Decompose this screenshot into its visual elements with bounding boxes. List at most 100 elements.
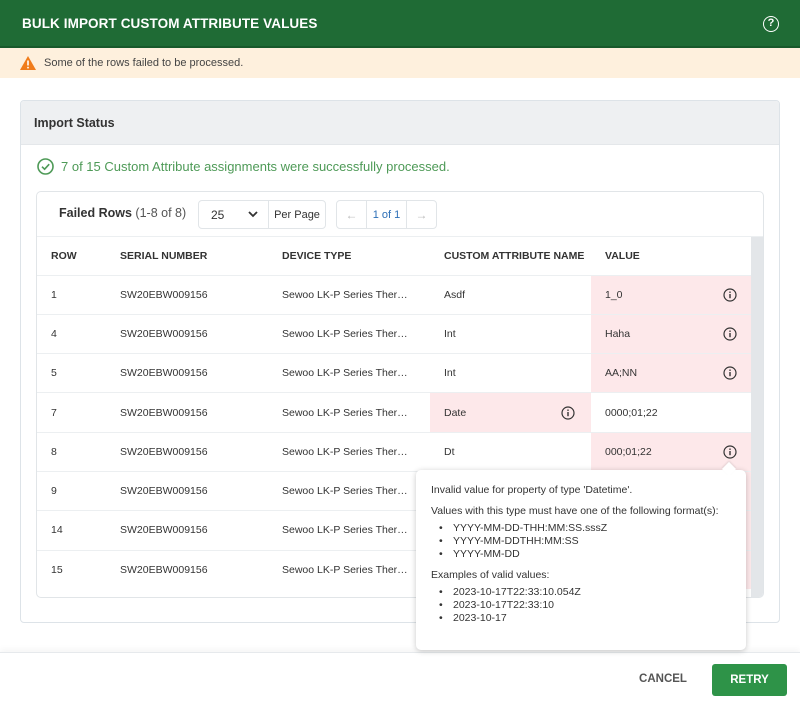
- question-circle-icon[interactable]: ?: [763, 16, 779, 32]
- arrow-left-icon: ←: [345, 207, 358, 222]
- cell-attr-text: Date: [444, 406, 467, 419]
- tooltip-example-item: 2023-10-17: [439, 612, 731, 625]
- cell-serial-number: SW20EBW009156: [106, 510, 268, 551]
- tooltip-heading: Invalid value for property of type 'Date…: [431, 484, 633, 496]
- cell-value-text: 1_0: [605, 288, 623, 301]
- cell-device-type: Sewoo LK-P Series Ther…: [268, 392, 430, 433]
- cell-row: 14: [37, 510, 106, 551]
- table-row: 8 SW20EBW009156 Sewoo LK-P Series Ther… Dt 0…: [37, 432, 753, 472]
- dialog-footer: CANCEL RETRY: [0, 652, 800, 703]
- info-icon[interactable]: [723, 327, 737, 341]
- warning-triangle-icon: [20, 56, 36, 70]
- cell-serial-number: SW20EBW009156: [106, 392, 268, 433]
- cell-attr-text: Dt: [444, 445, 455, 458]
- info-icon[interactable]: [723, 445, 737, 459]
- cell-custom-attribute-name: Dt: [430, 432, 591, 472]
- table-scrollbar[interactable]: [751, 237, 763, 597]
- tooltip-examples-list: 2023-10-17T22:33:10.054Z 2023-10-17T22:3…: [439, 586, 731, 625]
- cell-serial-number: SW20EBW009156: [106, 275, 268, 315]
- cell-value-text: Haha: [605, 327, 631, 340]
- cell-row: 8: [37, 432, 106, 472]
- cell-value: 0000;01;22: [591, 392, 753, 433]
- per-page-select[interactable]: 25: [199, 201, 269, 228]
- success-text: 7 of 15 Custom Attribute assignments wer…: [61, 159, 450, 174]
- cell-custom-attribute-name: Asdf: [430, 275, 591, 315]
- tooltip-examples-label: Examples of valid values:: [431, 569, 550, 581]
- column-header-serial-number[interactable]: SERIAL NUMBER: [106, 237, 268, 276]
- cell-device-type: Sewoo LK-P Series Ther…: [268, 314, 430, 355]
- tooltip-format-item: YYYY-MM-DD: [439, 548, 731, 561]
- per-page-control: 25 Per Page: [198, 200, 326, 229]
- tooltip-format-item: YYYY-MM-DD-THH:MM:SS.sssZ: [439, 522, 731, 535]
- table-row: 1 SW20EBW009156 Sewoo LK-P Series Ther… Asd…: [37, 275, 753, 315]
- cell-value-text: AA;NN: [605, 367, 638, 380]
- cell-serial-number: SW20EBW009156: [106, 353, 268, 394]
- cell-custom-attribute-name: Int: [430, 314, 591, 355]
- column-header-row[interactable]: ROW: [37, 237, 106, 276]
- dialog-header: BULK IMPORT CUSTOM ATTRIBUTE VALUES ?: [0, 0, 800, 48]
- cell-device-type: Sewoo LK-P Series Ther…: [268, 275, 430, 315]
- cell-serial-number: SW20EBW009156: [120, 563, 208, 576]
- cell-custom-attribute-name: Int: [430, 353, 591, 394]
- cell-row: 5: [37, 353, 106, 394]
- cell-value-text: 0000;01;22: [605, 406, 658, 419]
- cell-custom-attribute-name: Date: [430, 392, 591, 433]
- cell-device-type: Sewoo LK-P Series Ther…: [268, 353, 430, 394]
- tooltip-example-item: 2023-10-17T22:33:10.054Z: [439, 586, 731, 599]
- per-page-value: 25: [211, 207, 225, 222]
- failed-rows-label: Failed Rows: [59, 206, 132, 220]
- cell-value-text: 000;01;22: [605, 445, 652, 458]
- tooltip-formats-label: Values with this type must have one of t…: [431, 505, 719, 517]
- prev-page-button[interactable]: ←: [337, 201, 367, 228]
- table-row: 7 SW20EBW009156 Sewoo LK-P Series Ther… Dat…: [37, 392, 753, 433]
- cell-row: 15: [51, 563, 63, 576]
- cell-row: 1: [37, 275, 106, 315]
- failed-rows-title: Failed Rows (1-8 of 8): [59, 206, 186, 220]
- info-icon[interactable]: [561, 405, 575, 420]
- warning-text: Some of the rows failed to be processed.: [44, 57, 244, 69]
- failed-rows-toolbar: Failed Rows (1-8 of 8) 25 Per Page ← 1 o…: [37, 192, 763, 237]
- column-header-value[interactable]: VALUE: [591, 237, 753, 276]
- cell-row: 7: [37, 392, 106, 433]
- import-status-header: Import Status: [21, 101, 779, 145]
- cell-attr-text: Int: [444, 327, 456, 340]
- retry-button[interactable]: RETRY: [712, 664, 787, 696]
- success-message: 7 of 15 Custom Attribute assignments wer…: [37, 158, 450, 175]
- cell-value: AA;NN: [591, 353, 753, 394]
- tooltip-example-item: 2023-10-17T22:33:10: [439, 599, 731, 612]
- cell-device-type: Sewoo LK-P Series Ther…: [282, 563, 408, 576]
- failed-rows-count: (1-8 of 8): [135, 206, 187, 220]
- page-info: 1 of 1: [372, 208, 401, 221]
- cell-device-type: Sewoo LK-P Series Ther…: [268, 510, 430, 551]
- import-status-title: Import Status: [34, 115, 115, 130]
- cell-serial-number: SW20EBW009156: [106, 432, 268, 472]
- next-page-button[interactable]: →: [406, 201, 436, 228]
- chevron-down-icon: [248, 211, 258, 218]
- cell-value: 1_0: [591, 275, 753, 315]
- info-icon[interactable]: [723, 366, 737, 380]
- cell-attr-text: Asdf: [444, 288, 466, 301]
- cell-attr-text: Int: [444, 367, 456, 380]
- cancel-button[interactable]: CANCEL: [628, 666, 698, 692]
- warning-banner: Some of the rows failed to be processed.: [0, 48, 800, 78]
- column-header-device-type[interactable]: DEVICE TYPE: [268, 237, 430, 276]
- table-row: 5 SW20EBW009156 Sewoo LK-P Series Ther… Int…: [37, 353, 753, 394]
- cell-serial-number: SW20EBW009156: [106, 314, 268, 355]
- table-row: 4 SW20EBW009156 Sewoo LK-P Series Ther… Int…: [37, 314, 753, 355]
- cell-row: 4: [37, 314, 106, 355]
- cell-row: 9: [37, 471, 106, 512]
- tooltip-formats-list: YYYY-MM-DD-THH:MM:SS.sssZ YYYY-MM-DDTHH:…: [439, 522, 731, 561]
- cell-device-type: Sewoo LK-P Series Ther…: [268, 471, 430, 512]
- cell-serial-number: SW20EBW009156: [106, 471, 268, 512]
- error-tooltip: Invalid value for property of type 'Date…: [416, 470, 746, 650]
- cell-device-type: Sewoo LK-P Series Ther…: [268, 432, 430, 472]
- dialog-title: BULK IMPORT CUSTOM ATTRIBUTE VALUES: [22, 15, 318, 31]
- arrow-right-icon: →: [415, 207, 428, 222]
- check-circle-icon: [37, 158, 54, 175]
- column-header-custom-attribute-name[interactable]: CUSTOM ATTRIBUTE NAME: [430, 237, 591, 276]
- table-header-row: ROW SERIAL NUMBER DEVICE TYPE CUSTOM ATT…: [37, 237, 753, 276]
- per-page-label: Per Page: [274, 208, 320, 221]
- pagination: ← 1 of 1 →: [336, 200, 437, 229]
- cell-value: Haha: [591, 314, 753, 355]
- info-icon[interactable]: [723, 288, 737, 302]
